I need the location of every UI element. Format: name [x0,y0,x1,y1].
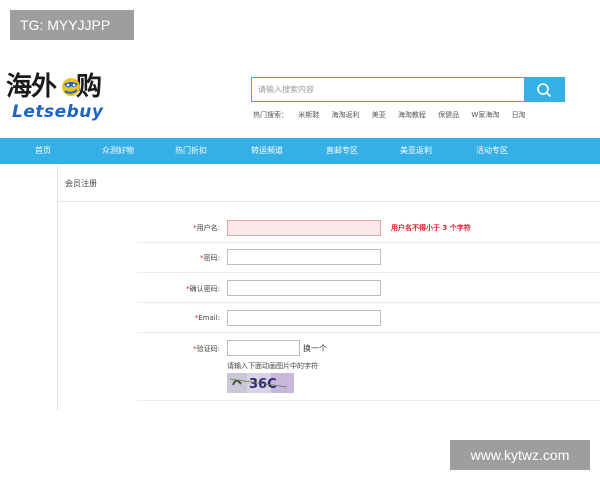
nav-item-discount[interactable]: 热门折扣 [175,138,207,164]
search-bar [251,77,565,102]
nav-item-rebate[interactable]: 美亚返利 [400,138,432,164]
panel-title: 会员注册 [65,179,97,188]
logo-english-text: Letsebuy [12,102,104,122]
hot-search-item[interactable]: 美亚 [372,111,386,119]
email-label: *Email: [194,314,220,322]
search-input[interactable] [252,78,524,101]
hot-search-label: 热门搜索： [253,111,288,119]
email-field[interactable] [227,310,381,326]
username-field[interactable] [227,220,381,236]
globe-icon [62,78,80,96]
hot-search-item[interactable]: W家海淘 [471,111,499,119]
captcha-field[interactable] [227,340,300,356]
site-watermark: www.kytwz.com [450,440,590,470]
password-field[interactable] [227,249,381,265]
main-nav: 首页 众测好物 热门折扣 转运频道 直邮专区 美亚返利 活动专区 [0,138,600,164]
nav-item-review[interactable]: 众测好物 [102,138,134,164]
hot-search-item[interactable]: 海淘返利 [331,111,359,119]
hot-searches: 热门搜索： 米斯鞋 海淘返利 美亚 海淘教程 保健品 W家海淘 日淘 [253,110,536,120]
hot-search-item[interactable]: 海淘教程 [398,111,426,119]
site-logo[interactable]: 海外购 Letsebuy [6,72,116,124]
captcha-hint: 请输入下面动画图片中的字符 [227,362,318,370]
row-divider [137,272,600,273]
nav-item-forwarding[interactable]: 转运频道 [251,138,283,164]
nav-item-events[interactable]: 活动专区 [476,138,508,164]
tg-watermark: TG: MYYJJPP [10,10,134,40]
hot-search-item[interactable]: 日淘 [512,111,526,119]
captcha-image[interactable]: 36C [227,373,294,393]
row-divider [137,400,600,401]
search-icon [537,83,552,98]
hot-search-item[interactable]: 保健品 [438,111,459,119]
row-divider [137,332,600,333]
search-button[interactable] [524,78,564,101]
nav-item-direct-mail[interactable]: 直邮专区 [326,138,358,164]
username-error: 用户名不得小于 3 个字符 [391,224,471,232]
row-divider [137,242,600,243]
captcha-label: *验证码: [193,345,220,353]
captcha-text: 36C [249,377,277,392]
username-label: *用户名: [193,224,220,232]
row-divider [137,302,600,303]
hot-search-item[interactable]: 米斯鞋 [298,111,319,119]
panel-header: 会员注册 [58,172,600,202]
confirm-password-label: *确认密码: [186,285,220,293]
refresh-captcha-link[interactable]: 换一个 [303,343,327,354]
password-label: *密码: [200,254,220,262]
confirm-password-field[interactable] [227,280,381,296]
logo-chinese-text: 海外购 [6,72,102,102]
nav-item-home[interactable]: 首页 [35,138,51,164]
